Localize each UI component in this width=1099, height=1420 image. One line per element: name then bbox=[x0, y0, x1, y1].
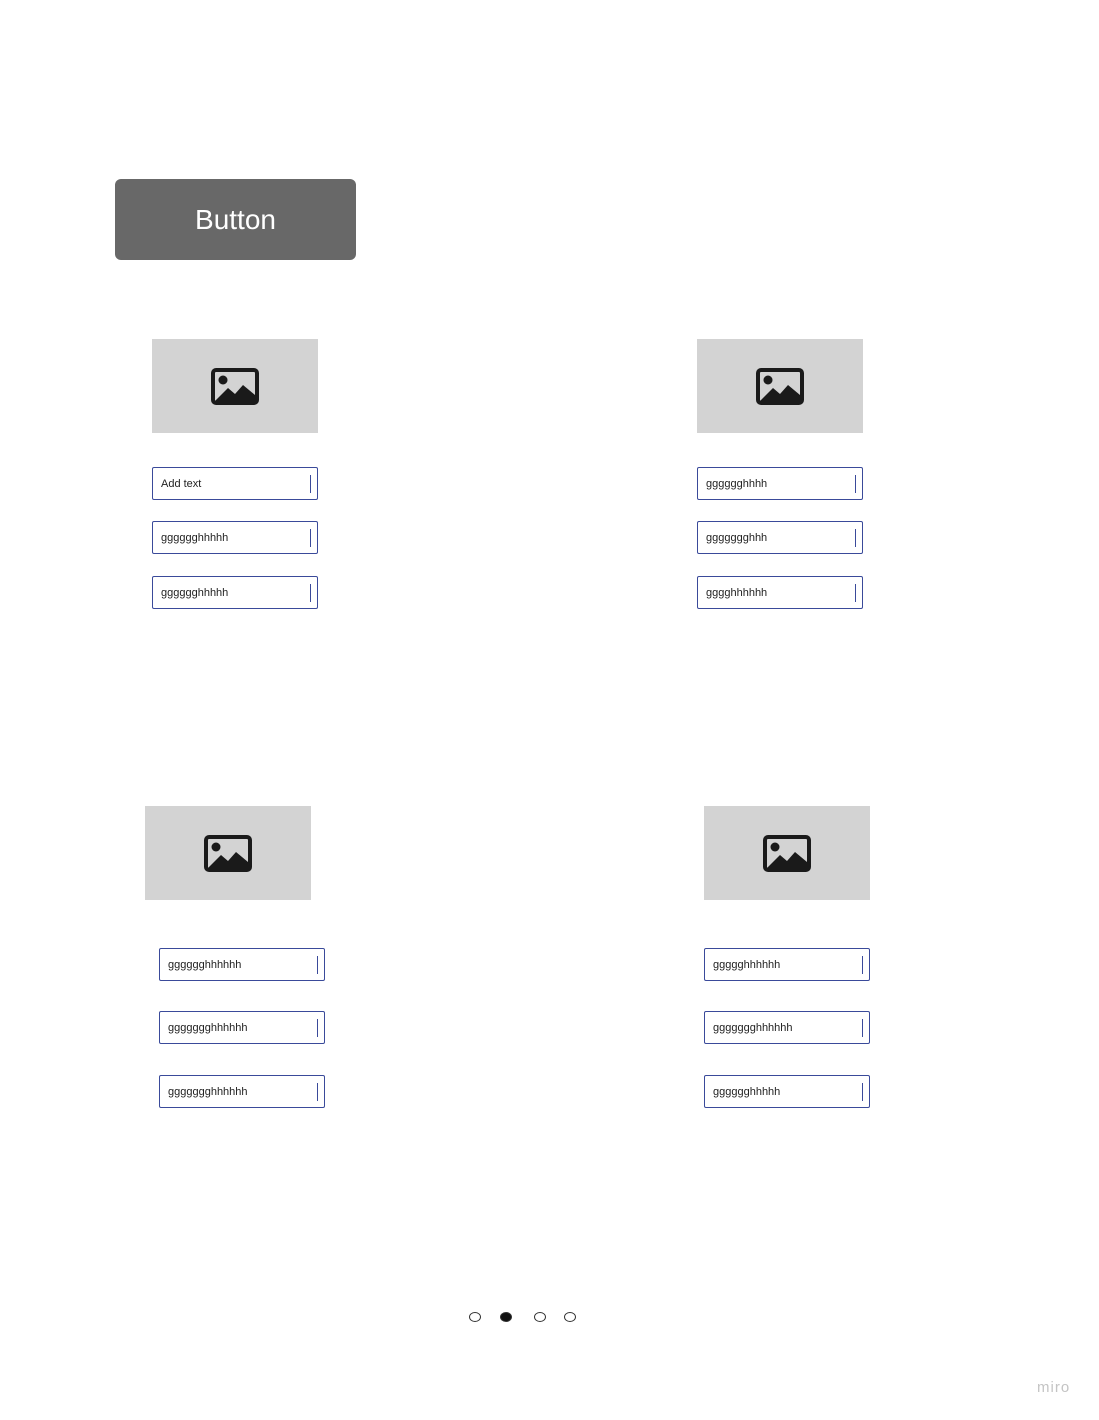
image-placeholder-1 bbox=[152, 339, 318, 433]
miro-watermark: miro bbox=[1037, 1379, 1071, 1396]
text-field-value: gggghhhhhh bbox=[706, 586, 768, 599]
text-field-value: ggggggghhhhhh bbox=[713, 1021, 793, 1034]
text-field[interactable]: gggggghhhhh bbox=[152, 576, 318, 609]
text-cursor bbox=[854, 529, 856, 547]
text-field[interactable]: ggggghhhhhh bbox=[704, 948, 870, 981]
text-field[interactable]: gggggghhhhh bbox=[704, 1075, 870, 1108]
text-cursor bbox=[854, 584, 856, 602]
text-field[interactable]: ggggggghhhhhh bbox=[159, 1011, 325, 1044]
text-cursor bbox=[316, 956, 318, 974]
text-field[interactable]: gggggghhhh bbox=[697, 467, 863, 500]
image-icon bbox=[211, 367, 259, 405]
text-cursor bbox=[854, 475, 856, 493]
image-placeholder-3 bbox=[145, 806, 311, 900]
text-cursor bbox=[861, 956, 863, 974]
text-cursor bbox=[316, 1019, 318, 1037]
page-dot-1[interactable] bbox=[469, 1312, 481, 1322]
text-field-value: gggggghhhhhh bbox=[168, 958, 242, 971]
page-dot-3[interactable] bbox=[534, 1312, 546, 1322]
image-icon bbox=[204, 834, 252, 872]
text-cursor bbox=[309, 529, 311, 547]
text-field-value: gggggghhhhh bbox=[161, 531, 229, 544]
text-field-value: Add text bbox=[161, 477, 202, 490]
text-field-value: ggggggghhhhhh bbox=[168, 1085, 248, 1098]
image-placeholder-2 bbox=[697, 339, 863, 433]
text-field-value: gggggghhhh bbox=[706, 477, 768, 490]
text-cursor bbox=[316, 1083, 318, 1101]
text-field[interactable]: ggggggghhhhhh bbox=[704, 1011, 870, 1044]
text-field-value: ggggggghhh bbox=[706, 531, 768, 544]
page-dot-4[interactable] bbox=[564, 1312, 576, 1322]
text-field[interactable]: ggggggghhh bbox=[697, 521, 863, 554]
text-cursor bbox=[309, 475, 311, 493]
image-icon bbox=[756, 367, 804, 405]
text-field-value: gggggghhhhh bbox=[713, 1085, 781, 1098]
text-field-value: gggggghhhhh bbox=[161, 586, 229, 599]
text-field[interactable]: gggghhhhhh bbox=[697, 576, 863, 609]
image-icon bbox=[763, 834, 811, 872]
text-field[interactable]: gggggghhhhh bbox=[152, 521, 318, 554]
text-field-value: ggggggghhhhhh bbox=[168, 1021, 248, 1034]
text-field[interactable]: Add text bbox=[152, 467, 318, 500]
image-placeholder-4 bbox=[704, 806, 870, 900]
text-cursor bbox=[861, 1083, 863, 1101]
page-dot-2[interactable] bbox=[500, 1312, 512, 1322]
text-field-value: ggggghhhhhh bbox=[713, 958, 781, 971]
text-field[interactable]: ggggggghhhhhh bbox=[159, 1075, 325, 1108]
text-cursor bbox=[861, 1019, 863, 1037]
text-field[interactable]: gggggghhhhhh bbox=[159, 948, 325, 981]
text-cursor bbox=[309, 584, 311, 602]
primary-button[interactable]: Button bbox=[115, 179, 356, 260]
